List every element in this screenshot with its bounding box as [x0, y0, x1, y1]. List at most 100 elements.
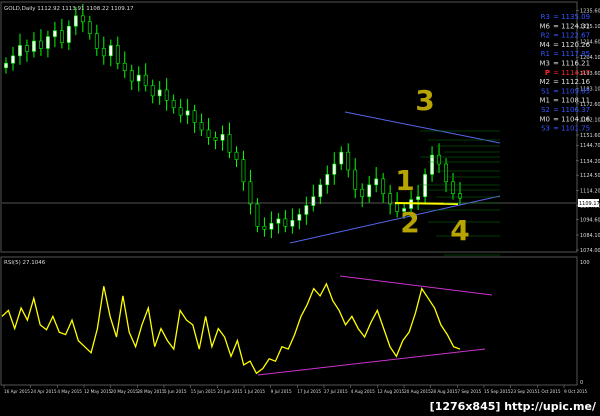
rsi-panel-frame: [0, 256, 578, 386]
candle: [304, 196, 309, 225]
candle: [297, 208, 302, 230]
pivot-value: = 1116.21: [553, 60, 590, 68]
candle: [94, 24, 99, 56]
candle: [178, 98, 183, 123]
candle: [276, 212, 281, 234]
date-tick-label: 12 Aug 2015: [377, 389, 404, 394]
candle: [46, 30, 50, 58]
candle-body: [32, 40, 36, 52]
candle-body: [227, 134, 232, 153]
pivot-item: P = 1114.47: [545, 69, 590, 77]
candle-body: [255, 203, 260, 227]
candle: [66, 20, 71, 50]
candle-body: [136, 74, 141, 82]
candle-body: [437, 154, 441, 165]
candle-body: [311, 196, 316, 206]
pivot-item: S3 = 1101.75: [541, 125, 590, 133]
candle-body: [367, 184, 372, 197]
date-tick-label: 4 Aug 2015: [351, 389, 375, 394]
candle: [458, 181, 462, 206]
candle: [353, 158, 358, 199]
candle: [129, 64, 134, 90]
pivot-label: M6: [540, 22, 551, 30]
candle-body: [150, 85, 155, 97]
date-tick-label: 1 Jul 2015: [244, 389, 265, 394]
candle: [367, 175, 372, 203]
candle-body: [157, 89, 162, 97]
pivot-value: = 1114.47: [553, 69, 590, 77]
pivot-value: = 1109.85: [553, 87, 590, 95]
candle-body: [129, 70, 134, 82]
rsi-max-label: 100: [580, 260, 590, 266]
candle: [318, 178, 323, 205]
pivot-label: S3: [541, 125, 550, 133]
date-axis: 16 Apr 2015 24 Apr 2015 4 May 2015 12 May 2…: [3, 385, 588, 394]
candle: [430, 146, 434, 182]
pivot-item: M1 = 1108.11: [540, 97, 591, 105]
date-tick-label: 27 Jul 2015: [324, 389, 348, 394]
candle-body: [290, 220, 295, 227]
pivot-label: R3: [541, 13, 550, 21]
candle: [360, 183, 365, 208]
date-tick-label: 9 Jul 2015: [271, 389, 292, 394]
candle-body: [241, 159, 246, 183]
candle-body: [346, 151, 351, 171]
pivot-label: R1: [541, 50, 550, 58]
pivot-label: M1: [540, 97, 551, 105]
candle: [39, 29, 43, 56]
candle-body: [206, 129, 211, 138]
date-tick-label: 4 May 2015: [57, 389, 82, 394]
candle: [241, 150, 246, 191]
trendlines: [2, 111, 576, 244]
candle: [32, 32, 36, 58]
candle-body: [451, 181, 455, 194]
candle: [213, 131, 218, 150]
date-tick-label: 5 Jun 2015: [164, 389, 187, 394]
candle: [192, 104, 197, 133]
candle-body: [25, 45, 29, 52]
date-tick-label: 23 Jun 2015: [217, 389, 243, 394]
candle-body: [248, 181, 253, 205]
candle-body: [108, 45, 113, 57]
candle: [423, 168, 427, 203]
rsi-trendlines: [257, 275, 493, 376]
date-tick-label: 28 Aug 2015: [431, 389, 458, 394]
pivot-value: = 1122.67: [553, 32, 590, 40]
pivot-label: R2: [541, 32, 550, 40]
candle-body: [11, 55, 15, 64]
pivot-item: S2 = 1106.37: [541, 106, 590, 114]
candle: [108, 39, 113, 67]
pivot-item: R3 = 1135.09: [541, 13, 590, 21]
candle-body: [283, 218, 288, 227]
pivot-label: M3: [540, 60, 551, 68]
pivot-label: M0: [540, 115, 551, 123]
candle: [248, 169, 253, 215]
candle: [52, 21, 57, 47]
candle: [444, 158, 448, 193]
date-tick-label: 9 Oct 2015: [564, 389, 588, 394]
gold-daily-chart: 1235.601225.101214.601204.101193.601183.…: [0, 1, 600, 413]
candle-body: [430, 154, 434, 175]
rsi-title: RSI(5) 27.1046: [4, 260, 46, 266]
candle: [136, 66, 141, 92]
rsi-min-label: 0: [580, 380, 583, 386]
price-tick-label: 1074.00: [580, 248, 600, 254]
candle-body: [122, 62, 127, 71]
candle: [87, 15, 92, 40]
candle-body: [304, 205, 309, 215]
candle-body: [339, 151, 344, 165]
candle: [185, 98, 190, 125]
candle: [325, 165, 330, 194]
candle-body: [381, 178, 386, 194]
candle-body: [101, 48, 106, 57]
annotation-label: 4: [450, 214, 469, 247]
candle-body: [164, 89, 169, 101]
pivot-item: M3 = 1116.21: [540, 60, 591, 68]
pivot-label: M4: [540, 41, 551, 49]
pivot-value: = 1112.16: [553, 78, 591, 86]
pivot-value: = 1104.06: [553, 115, 591, 123]
pivot-legend: R3 = 1135.09M6 = 1124.31R2 = 1122.67M4 = 112…: [540, 13, 591, 133]
candle-body: [18, 45, 22, 57]
candle: [59, 18, 64, 49]
candle-body: [46, 36, 50, 49]
